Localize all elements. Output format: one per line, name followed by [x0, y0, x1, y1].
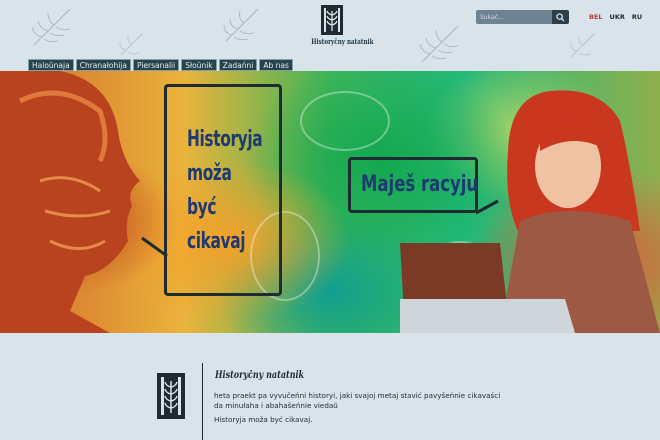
- leaf-decoration-icon: [419, 25, 459, 63]
- speech-bubble-left-text: Historyja moža być cikavaj: [187, 127, 263, 254]
- footer-description: heta praekt pa vyvučeńni historyi, jaki …: [214, 391, 501, 410]
- leaf-decoration-icon: [31, 8, 71, 46]
- notebook-logo-icon: [157, 373, 185, 419]
- main-nav: Haloŭnaja Chranałohija Piersanalii Słoŭn…: [28, 59, 293, 71]
- speech-bubble-tail: [141, 236, 168, 258]
- bust-illustration: [0, 71, 140, 333]
- leaf-decoration-icon: [223, 8, 259, 42]
- nav-item-home[interactable]: Haloŭnaja: [28, 59, 74, 71]
- header: Historyčny natatnik BEL UKR RU Haloŭnaja…: [0, 0, 660, 71]
- nav-item-about[interactable]: Ab nas: [259, 59, 293, 71]
- speech-bubble-right: Maješ racyju: [348, 157, 478, 213]
- footer: Historyčny natatnik heta praekt pa vyvuč…: [0, 333, 660, 440]
- site-logo[interactable]: Historyčny natatnik: [306, 5, 374, 53]
- paint-swirl: [300, 91, 390, 151]
- nav-item-chronology[interactable]: Chranałohija: [75, 59, 131, 71]
- search-button[interactable]: [552, 10, 569, 24]
- footer-tagline: Historyja moža być cikavaj.: [214, 415, 313, 424]
- nav-item-dictionary[interactable]: Słoŭnik: [181, 59, 217, 71]
- hero-banner: Historyja moža być cikavaj Maješ racyju: [0, 71, 660, 333]
- lang-ru[interactable]: RU: [632, 13, 642, 21]
- search-input[interactable]: [476, 10, 552, 24]
- language-switcher: BEL UKR RU: [589, 13, 642, 21]
- speech-bubble-left: Historyja moža być cikavaj: [164, 84, 282, 296]
- leaf-decoration-icon: [119, 32, 144, 56]
- footer-title: Historyčny natatnik: [215, 370, 305, 381]
- nav-item-persons[interactable]: Piersanalii: [132, 59, 180, 71]
- speech-bubble-tail: [475, 199, 499, 215]
- footer-divider: [202, 363, 203, 440]
- nav-item-tasks[interactable]: Zadańni: [218, 59, 258, 71]
- lang-ukr[interactable]: UKR: [610, 13, 625, 21]
- notebook-logo-icon: [321, 5, 343, 35]
- lang-bel[interactable]: BEL: [589, 13, 603, 21]
- search-icon: [556, 12, 565, 22]
- leaf-decoration-icon: [570, 32, 596, 58]
- speech-bubble-right-text: Maješ racyju: [361, 172, 479, 197]
- search-bar: [476, 10, 569, 24]
- site-name: Historyčny natatnik: [311, 37, 374, 46]
